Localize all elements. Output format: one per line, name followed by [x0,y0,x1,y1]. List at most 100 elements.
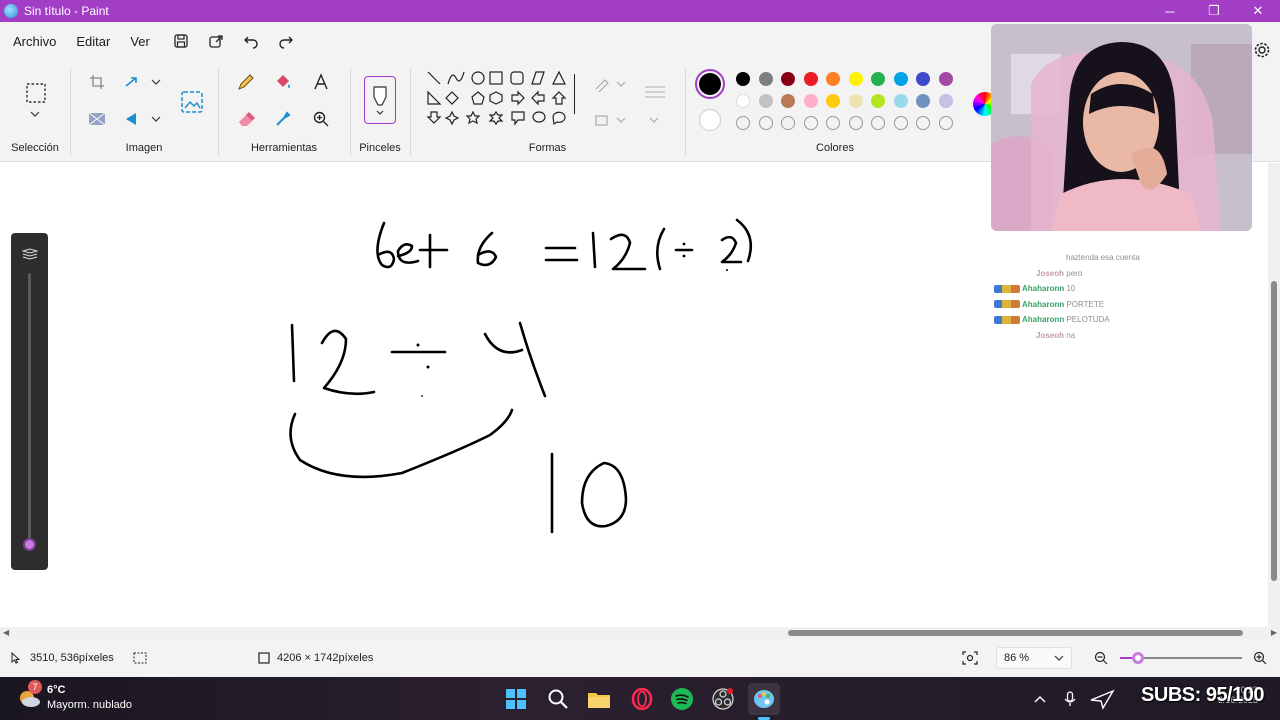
color-swatch[interactable] [803,94,818,108]
custom-color-slot[interactable] [871,116,885,130]
color-swatch[interactable] [938,94,953,108]
search-icon[interactable] [542,683,574,715]
color-picker-icon[interactable] [269,105,297,133]
chat-message: Ahaharonn PORTETE [994,297,1234,313]
eraser-icon[interactable] [232,105,260,133]
chat-username[interactable]: Ahaharonn [1022,315,1064,324]
zoom-slider[interactable] [1120,639,1242,677]
chat-username[interactable]: Ahaharonn [1022,284,1064,293]
vertical-scrollbar[interactable] [1268,163,1280,627]
redo-icon[interactable] [272,27,300,55]
close-button[interactable]: ✕ [1236,0,1280,22]
fill-icon[interactable] [269,68,297,96]
zoom-in-icon[interactable] [1253,639,1267,677]
color-swatch[interactable] [871,94,885,108]
brush-icon[interactable] [364,76,396,124]
secondary-color-swatch[interactable] [699,109,721,131]
spotify-icon[interactable] [666,683,698,715]
menu-editar[interactable]: Editar [66,34,120,49]
image-generate-icon[interactable] [174,84,210,120]
color-swatch[interactable] [916,94,930,108]
show-hidden-icons-icon[interactable] [1024,683,1056,715]
chevron-down-icon[interactable] [642,106,666,134]
color-swatch[interactable] [848,94,863,108]
select-all-icon[interactable] [83,105,111,133]
primary-color-swatch[interactable] [695,69,725,99]
share-icon[interactable] [202,27,230,55]
text-icon[interactable] [307,68,335,96]
menu-archivo[interactable]: Archivo [3,34,66,49]
shapes-gallery[interactable] [426,70,566,140]
custom-color-slot[interactable] [758,116,773,130]
airplane-icon[interactable] [1086,683,1118,715]
weather-icon[interactable]: 7 [16,680,42,710]
settings-icon[interactable] [1248,36,1276,64]
subs-counter: SUBS: 95/100 [1141,684,1264,706]
color-swatch[interactable] [848,72,863,86]
outline-icon[interactable] [590,70,630,98]
paint-taskbar-icon[interactable] [748,683,780,715]
rotate-icon[interactable] [120,105,164,133]
pencil-icon[interactable] [232,68,260,96]
microphone-icon[interactable] [1054,683,1086,715]
zoom-out-icon[interactable] [1094,639,1108,677]
custom-color-slot[interactable] [736,116,750,130]
custom-color-slot[interactable] [781,116,795,130]
horizontal-scrollbar[interactable]: ◀ ▶ [0,627,1280,639]
brush-size-thumb[interactable] [23,538,36,551]
layers-icon[interactable] [21,247,39,260]
color-swatch[interactable] [916,72,930,86]
opera-gx-icon[interactable] [626,683,658,715]
color-swatch[interactable] [781,94,795,108]
scroll-right-icon[interactable]: ▶ [1271,628,1277,637]
magnifier-icon[interactable] [307,105,335,133]
color-swatch[interactable] [826,94,840,108]
crop-icon[interactable] [83,68,111,96]
custom-color-slot[interactable] [938,116,953,130]
chat-text: 10 [1066,284,1076,293]
obs-icon[interactable] [707,683,739,715]
fit-to-window-icon[interactable] [962,639,978,677]
color-swatch[interactable] [893,72,908,86]
minimize-button[interactable]: ─ [1148,0,1192,22]
cursor-icon [10,639,22,677]
selection-chevron-icon[interactable] [21,106,49,122]
drawing-canvas[interactable] [0,163,1268,627]
color-swatch[interactable] [826,72,840,86]
color-swatch[interactable] [803,72,818,86]
chat-username[interactable]: Joseoh [1036,269,1064,278]
menu-ver[interactable]: Ver [120,34,160,49]
maximize-button[interactable]: ❐ [1192,0,1236,22]
zoom-select[interactable]: 86 % [996,647,1072,669]
rectangle-select-icon[interactable] [21,78,51,108]
custom-color-slot[interactable] [826,116,840,130]
start-icon[interactable] [500,683,532,715]
file-explorer-icon[interactable] [583,683,615,715]
color-swatch[interactable] [736,94,750,108]
color-swatch[interactable] [893,94,908,108]
color-swatch[interactable] [758,94,773,108]
color-swatch[interactable] [736,72,750,86]
custom-color-slot[interactable] [916,116,930,130]
shapes-scroll-indicator[interactable] [574,74,575,114]
color-swatch[interactable] [758,72,773,86]
zoom-slider-thumb[interactable] [1132,652,1144,664]
chat-badge-icon [994,284,1020,293]
group-tools: Herramientas [218,60,350,162]
shape-size-icon[interactable] [640,78,670,106]
shape-fill-icon[interactable] [590,106,630,134]
resize-icon[interactable] [120,68,164,96]
save-icon[interactable] [167,27,195,55]
chat-username[interactable]: Ahaharonn [1022,300,1064,309]
color-swatch[interactable] [938,72,953,86]
weather-temp: 6°C [47,684,66,696]
color-swatch[interactable] [871,72,885,86]
custom-color-slot[interactable] [893,116,908,130]
undo-icon[interactable] [237,27,265,55]
brush-size-track[interactable] [28,273,31,545]
scroll-left-icon[interactable]: ◀ [3,628,9,637]
custom-color-slot[interactable] [848,116,863,130]
chat-username[interactable]: Joseoh [1036,331,1064,340]
custom-color-slot[interactable] [803,116,818,130]
color-swatch[interactable] [781,72,795,86]
